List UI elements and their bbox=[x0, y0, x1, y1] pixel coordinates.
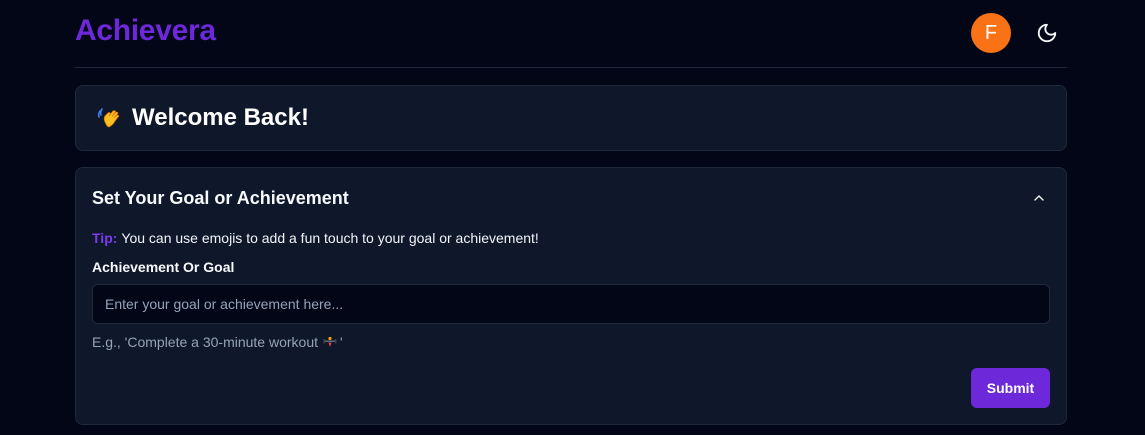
theme-toggle-button[interactable] bbox=[1033, 19, 1061, 47]
goal-form-title: Set Your Goal or Achievement bbox=[92, 188, 349, 208]
app-logo[interactable]: Achievera bbox=[75, 14, 216, 48]
example-hint-suffix: ' bbox=[340, 334, 343, 350]
example-hint-text: E.g., 'Complete a 30-minute workout bbox=[92, 334, 319, 350]
example-hint: E.g., 'Complete a 30-minute workout ' bbox=[92, 334, 343, 350]
tip-text: Tip: You can use emojis to add a fun touc… bbox=[92, 230, 539, 246]
chevron-up-icon bbox=[1034, 195, 1044, 201]
tip-message: You can use emojis to add a fun touch to… bbox=[121, 230, 539, 246]
goal-field-label: Achievement Or Goal bbox=[92, 259, 235, 275]
moon-icon bbox=[1037, 23, 1057, 43]
user-avatar[interactable]: F bbox=[971, 13, 1011, 53]
welcome-heading: Welcome Back! bbox=[96, 104, 309, 132]
tip-label: Tip: bbox=[92, 230, 118, 246]
goal-input[interactable] bbox=[92, 284, 1050, 324]
submit-button[interactable]: Submit bbox=[971, 368, 1050, 408]
waving-hand-icon bbox=[97, 108, 120, 128]
welcome-title-text: Welcome Back! bbox=[132, 104, 309, 131]
app-container: Achievera F Welcome Back! Set Your Goal … bbox=[75, 0, 1067, 435]
goal-form-card: Set Your Goal or Achievement Tip: You can… bbox=[75, 167, 1067, 425]
top-header: Achievera F bbox=[75, 0, 1067, 68]
collapse-toggle-button[interactable] bbox=[1031, 190, 1047, 206]
weight-lifter-icon bbox=[323, 336, 337, 347]
welcome-card: Welcome Back! bbox=[75, 85, 1067, 151]
